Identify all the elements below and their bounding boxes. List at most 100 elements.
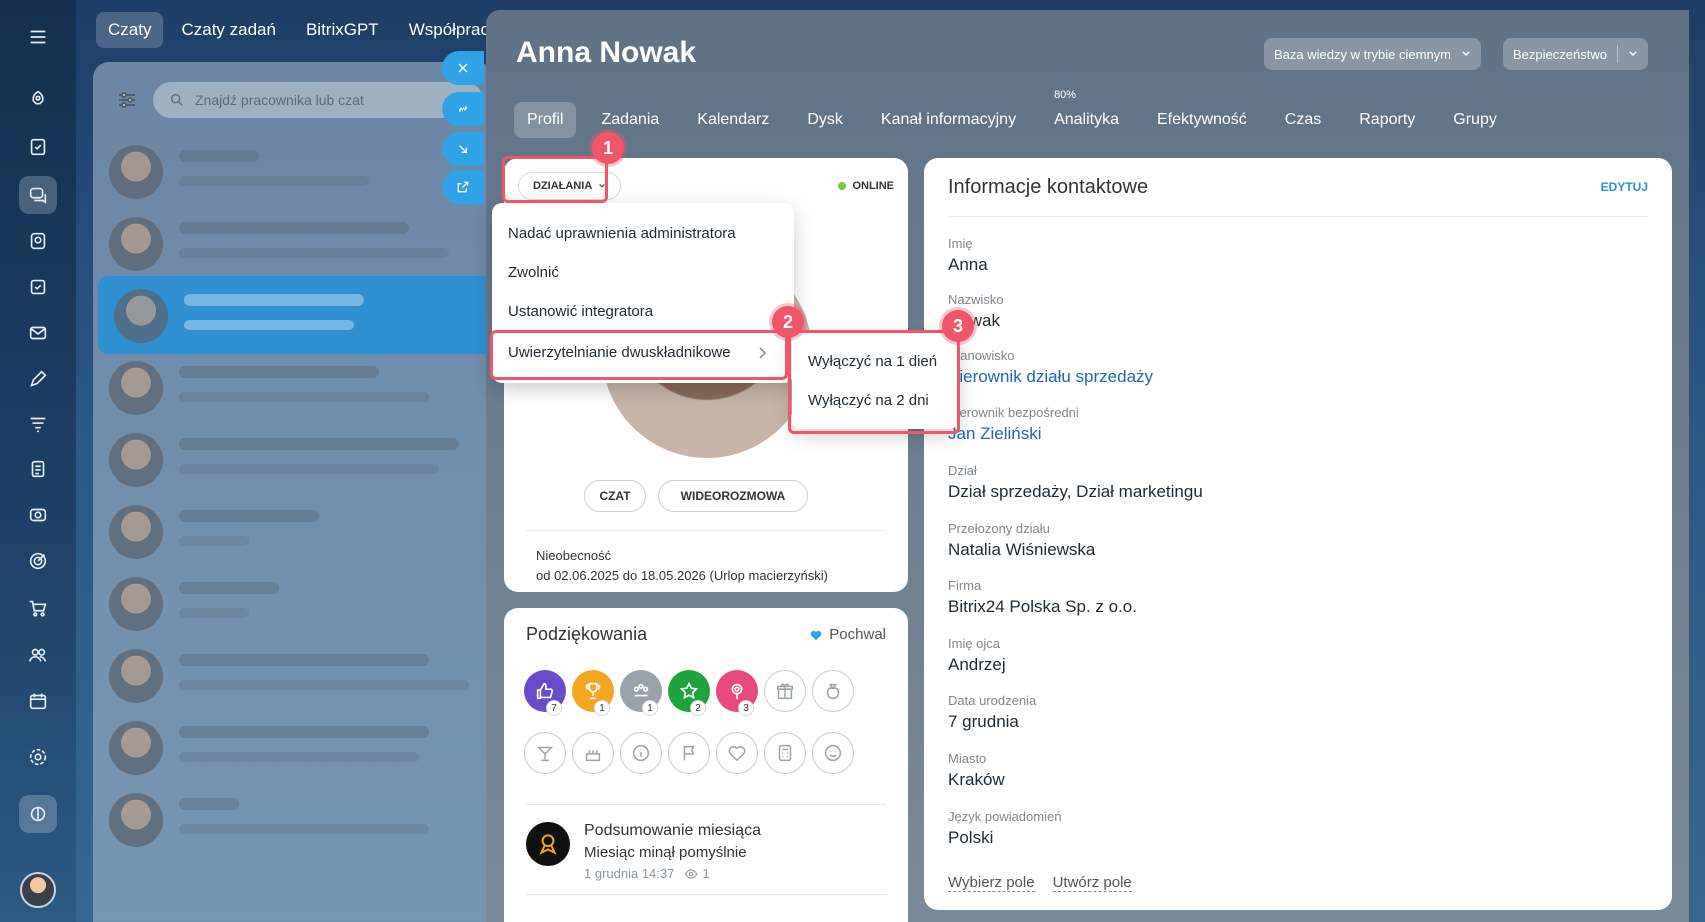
tab-czaty[interactable]: Czaty <box>96 12 164 48</box>
bitrix-logo-icon[interactable] <box>19 795 57 833</box>
menu-item-dismiss[interactable]: Zwolnić <box>508 264 559 281</box>
field-label: Miasto <box>948 751 987 766</box>
chevron-down-icon <box>1462 51 1470 57</box>
tab-grupy[interactable]: Grupy <box>1440 102 1510 138</box>
badge-count: 1 <box>594 700 610 716</box>
tasks-icon[interactable] <box>19 128 57 166</box>
post-views: 1 <box>702 866 710 881</box>
users-icon[interactable] <box>19 636 57 674</box>
copy-link-button[interactable] <box>442 92 484 126</box>
status-text: ONLINE <box>852 180 894 192</box>
tab-analityka[interactable]: 80% Analityka <box>1041 89 1132 138</box>
post-title[interactable]: Podsumowanie miesiąca <box>584 822 761 840</box>
security-button[interactable]: Bezpieczeństwo <box>1503 38 1648 70</box>
field-value[interactable]: Kierownik działu sprzedaży <box>948 367 1153 387</box>
menu-item-grant-admin[interactable]: Nadać uprawnienia administratora <box>508 225 736 242</box>
field-value: Andrzej <box>948 655 1006 674</box>
list-item[interactable] <box>93 564 493 642</box>
page-title: Anna Nowak <box>516 36 697 69</box>
link-icon <box>459 105 467 113</box>
create-field-link[interactable]: Utwórz pole <box>1052 874 1132 892</box>
heart-outline-icon[interactable] <box>716 732 758 774</box>
flag-icon[interactable] <box>668 732 710 774</box>
money-bag-icon[interactable] <box>812 670 854 712</box>
checkbox-icon[interactable] <box>19 268 57 306</box>
badge-count: 1 <box>642 700 658 716</box>
minimize-icon <box>459 145 467 153</box>
calendar-icon[interactable] <box>19 682 57 720</box>
highlight-submenu <box>788 330 960 434</box>
rocket-icon[interactable] <box>19 81 57 119</box>
award-icon <box>539 834 557 855</box>
list-item[interactable] <box>93 636 493 714</box>
avatar <box>109 721 163 775</box>
field-label: Nazwisko <box>948 292 1004 307</box>
field-value: Bitrix24 Polska Sp. z o.o. <box>948 597 1137 616</box>
field-value: Natalia Wiśniewska <box>948 540 1096 559</box>
edit-button[interactable]: EDYTUJ <box>1601 180 1648 194</box>
status-badge: ONLINE <box>838 180 894 192</box>
security-label: Bezpieczeństwo <box>1513 46 1607 62</box>
praise-button[interactable]: Pochwal <box>809 626 886 643</box>
list-item[interactable] <box>93 708 493 786</box>
field-label: Kierownik bezpośredni <box>948 405 1079 420</box>
highlight-actions-button <box>502 156 608 203</box>
avatar <box>109 649 163 703</box>
tab-bitrixgpt[interactable]: BitrixGPT <box>294 12 391 48</box>
funnel-icon[interactable] <box>19 405 57 443</box>
document-icon[interactable] <box>19 450 57 488</box>
tab-dysk[interactable]: Dysk <box>794 102 856 138</box>
tab-czas[interactable]: Czas <box>1272 102 1334 138</box>
list-item[interactable] <box>93 420 493 498</box>
tab-profil[interactable]: Profil <box>514 102 577 138</box>
minimize-button[interactable] <box>442 132 484 166</box>
cake-icon[interactable] <box>572 732 614 774</box>
list-item[interactable] <box>93 204 493 282</box>
close-slider-button[interactable] <box>442 51 484 85</box>
tab-raporty[interactable]: Raporty <box>1346 102 1428 138</box>
list-item[interactable] <box>93 780 493 858</box>
absence-title: Nieobecność <box>536 548 612 563</box>
field-value: Polski <box>948 828 994 847</box>
list-item[interactable] <box>98 276 493 354</box>
tab-kalendarz[interactable]: Kalendarz <box>684 102 782 138</box>
cart-icon[interactable] <box>19 589 57 627</box>
select-field-link[interactable]: Wybierz pole <box>948 874 1035 892</box>
gift-icon[interactable] <box>764 670 806 712</box>
avatar <box>109 577 163 631</box>
open-new-window-button[interactable] <box>442 170 484 204</box>
menu-icon[interactable] <box>19 18 57 56</box>
badge-count: 3 <box>738 700 754 716</box>
tab-efektywnosc[interactable]: Efektywność <box>1144 102 1260 138</box>
calculator-icon[interactable] <box>764 732 806 774</box>
analytics-badge: 80% <box>1054 89 1077 101</box>
tab-czaty-zadan[interactable]: Czaty zadań <box>169 12 288 48</box>
chats-icon[interactable] <box>19 176 57 214</box>
my-avatar[interactable] <box>20 872 56 908</box>
chat-button[interactable]: CZAT <box>584 480 646 512</box>
list-item[interactable] <box>93 492 493 570</box>
field-value[interactable]: Jan Zieliński <box>948 424 1042 444</box>
pen-icon[interactable] <box>19 360 57 398</box>
camera-icon[interactable] <box>19 496 57 534</box>
list-item[interactable] <box>93 348 493 426</box>
gear-icon[interactable] <box>19 738 57 776</box>
chat-search-input[interactable]: Znajdź pracownika lub czat <box>153 82 483 118</box>
cocktail-icon[interactable] <box>524 732 566 774</box>
avatar <box>109 145 163 199</box>
info-icon[interactable] <box>620 732 662 774</box>
mail-icon[interactable] <box>19 314 57 352</box>
crm-icon[interactable] <box>19 222 57 260</box>
list-item[interactable] <box>93 132 493 210</box>
field-value: Anna <box>948 255 988 274</box>
field-label: Przełożony działu <box>948 521 1050 536</box>
target-icon[interactable] <box>19 542 57 580</box>
menu-item-set-integrator[interactable]: Ustanowić integratora <box>508 303 653 320</box>
video-call-button[interactable]: WIDEOROZMOWA <box>658 480 808 512</box>
smiley-icon[interactable] <box>812 732 854 774</box>
tab-kanal-informacyjny[interactable]: Kanał informacyjny <box>868 102 1029 138</box>
filter-icon[interactable] <box>115 88 139 112</box>
step-badge-3: 3 <box>942 310 974 342</box>
dark-knowledge-base-button[interactable]: Baza wiedzy w trybie ciemnym <box>1264 38 1481 70</box>
contact-info-title: Informacje kontaktowe <box>948 176 1149 198</box>
